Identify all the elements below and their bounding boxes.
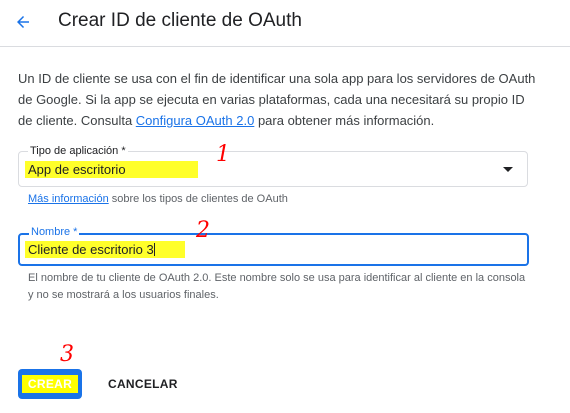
text-cursor [153, 243, 155, 256]
create-button[interactable]: CREAR [18, 369, 82, 399]
page-title: Crear ID de cliente de OAuth [58, 10, 302, 31]
annotation-number-3: 3 [60, 342, 74, 367]
configure-oauth-link[interactable]: Configura OAuth 2.0 [136, 113, 255, 128]
name-input[interactable]: Nombre * Cliente de escritorio 3 [18, 226, 529, 266]
back-button[interactable] [10, 9, 36, 35]
app-type-select[interactable]: Tipo de aplicación * App de escritorio [18, 145, 528, 187]
app-type-hint-text: sobre los tipos de clientes de OAuth [108, 193, 288, 205]
page-header: Crear ID de cliente de OAuth [0, 0, 570, 47]
annotation-number-2: 2 [196, 218, 210, 243]
app-type-hint: Más información sobre los tipos de clien… [28, 193, 288, 205]
dropdown-arrow-icon [503, 167, 513, 172]
create-button-label: CREAR [21, 375, 79, 393]
arrow-back-icon [17, 16, 29, 28]
annotation-number-1: 1 [216, 142, 230, 167]
app-type-label: Tipo de aplicación * [28, 145, 128, 157]
name-label: Nombre * [29, 226, 80, 238]
app-type-value: App de escritorio [25, 161, 198, 178]
cancel-button[interactable]: CANCELAR [100, 369, 186, 399]
description-text-after: para obtener más información. [254, 113, 435, 128]
name-value-text: Cliente de escritorio 3 [28, 242, 154, 257]
name-hint: El nombre de tu cliente de OAuth 2.0. Es… [28, 272, 526, 301]
more-info-link[interactable]: Más información [28, 193, 109, 205]
name-input-value: Cliente de escritorio 3 [25, 241, 185, 258]
description-text: Un ID de cliente se usa con el fin de id… [18, 68, 538, 131]
oauth-client-page: Crear ID de cliente de OAuth Un ID de cl… [0, 0, 570, 413]
